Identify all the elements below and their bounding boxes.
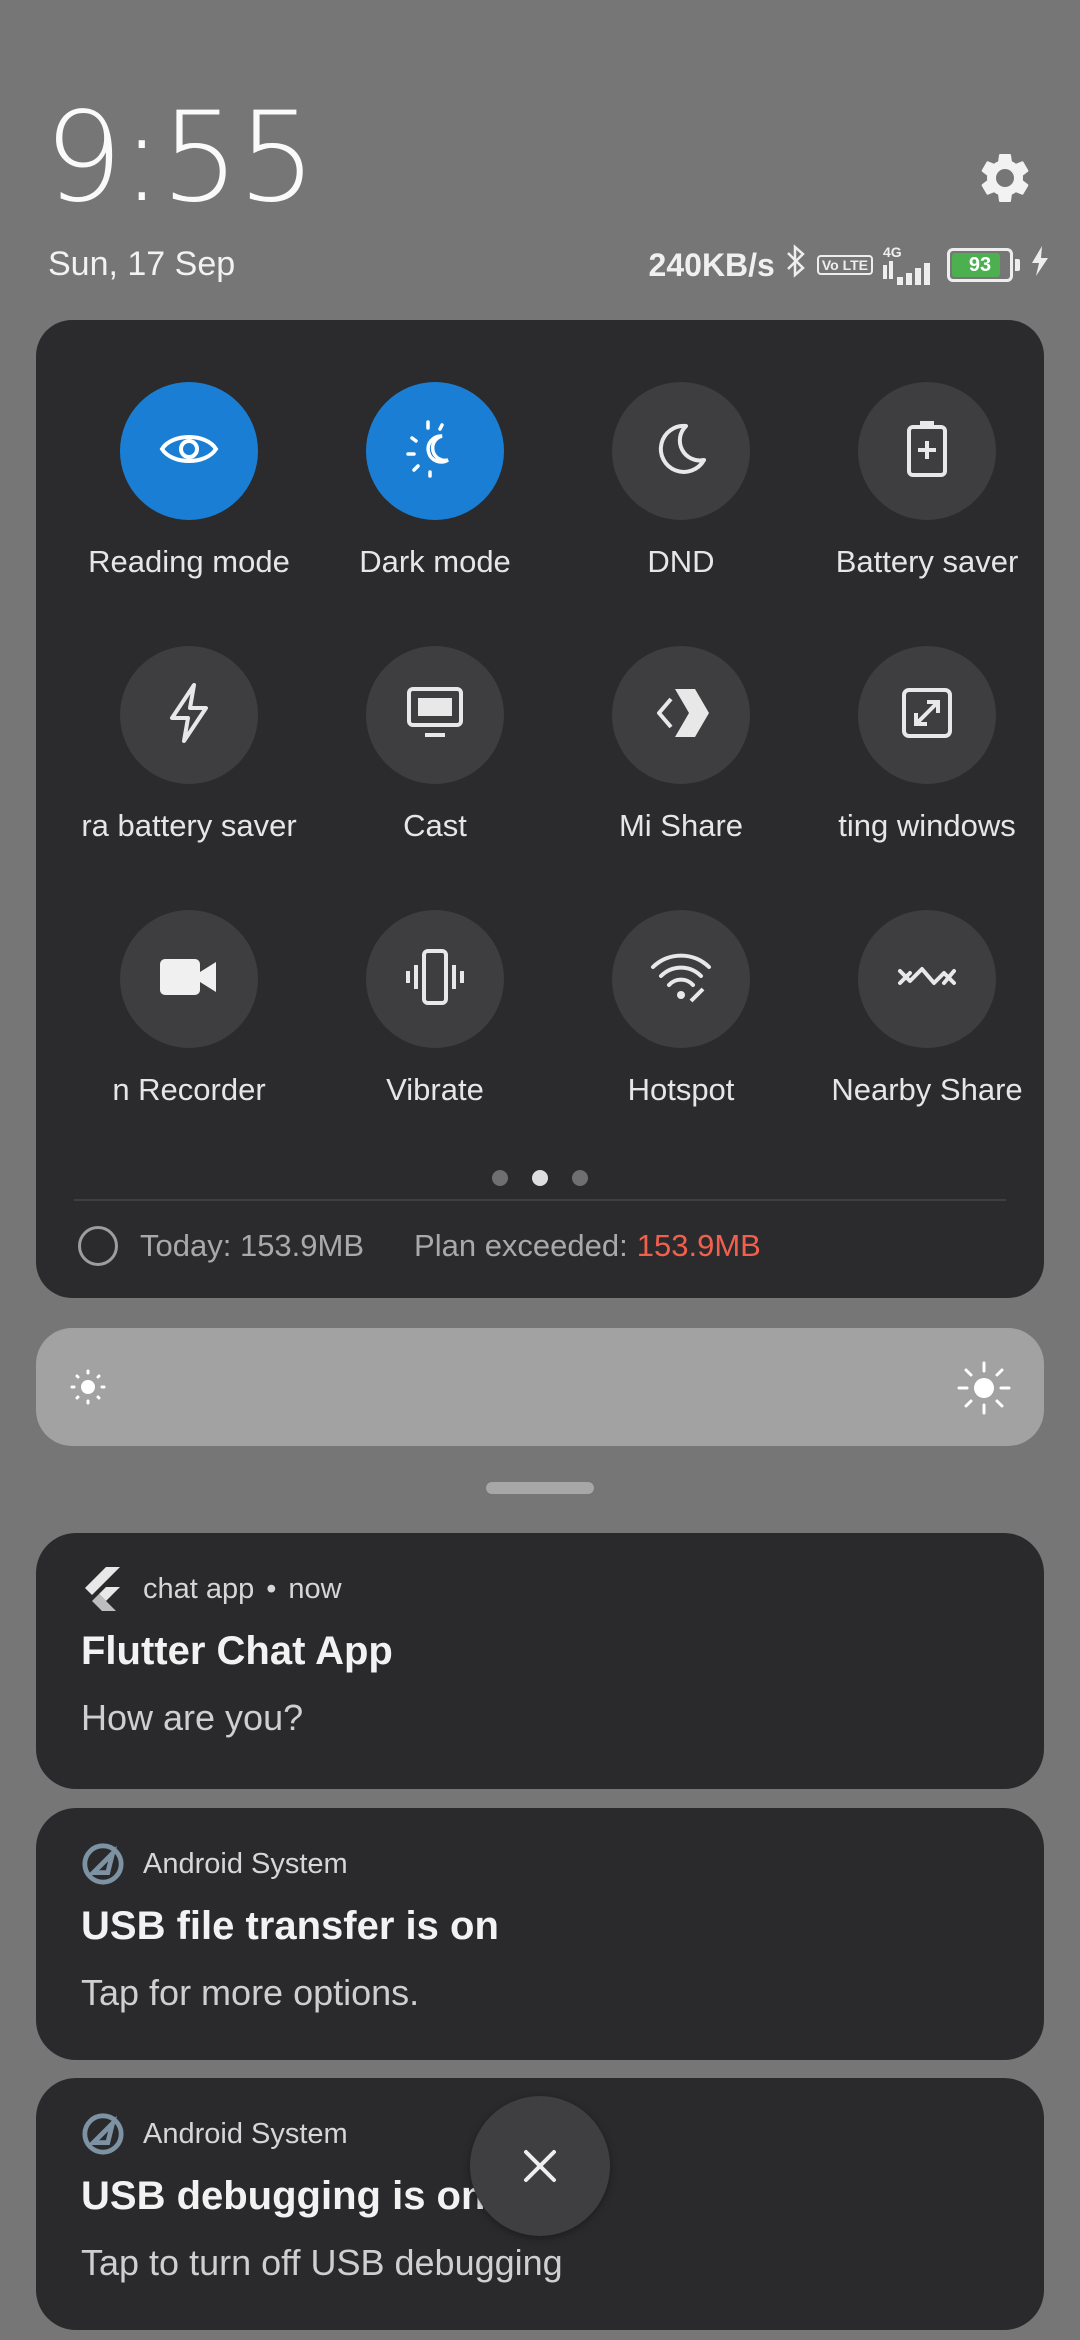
notification-title: Flutter Chat App bbox=[81, 1629, 393, 1673]
clear-all-button[interactable] bbox=[470, 2096, 610, 2236]
lightning-icon bbox=[164, 682, 214, 749]
notification-app: Android System bbox=[143, 2117, 348, 2150]
nearby-share-icon bbox=[896, 957, 958, 1002]
notification-header: Android System bbox=[81, 2112, 348, 2156]
tile-label: Cast bbox=[403, 808, 467, 843]
tile-ting-windows[interactable]: ting windows bbox=[804, 646, 1050, 844]
notification-card[interactable]: Android System USB file transfer is on T… bbox=[36, 1808, 1044, 2060]
divider bbox=[74, 1199, 1006, 1201]
flutter-icon bbox=[81, 1567, 125, 1611]
android-system-icon bbox=[81, 2112, 125, 2156]
drag-handle[interactable] bbox=[486, 1482, 594, 1494]
tile-label: ting windows bbox=[838, 808, 1016, 843]
clock: 9:55 bbox=[44, 86, 316, 230]
notification-text: Tap to turn off USB debugging bbox=[81, 2242, 563, 2283]
tile-label: Vibrate bbox=[386, 1072, 484, 1107]
notification-header: chat app • now bbox=[81, 1567, 342, 1611]
bluetooth-icon bbox=[785, 244, 807, 286]
page-indicator bbox=[36, 1170, 1044, 1186]
notification-app: chat app bbox=[143, 1572, 255, 1605]
tile-reading-mode[interactable]: Reading mode bbox=[66, 382, 312, 580]
tile-button[interactable] bbox=[366, 646, 504, 784]
tile-hotspot[interactable]: Hotspot bbox=[558, 910, 804, 1108]
notification-title: USB file transfer is on bbox=[81, 1904, 499, 1948]
notification-app: Android System bbox=[143, 1847, 348, 1880]
tile-ra-battery-saver[interactable]: ra battery saver bbox=[66, 646, 312, 844]
plan-label: Plan exceeded: bbox=[414, 1228, 628, 1263]
tile-button[interactable] bbox=[366, 910, 504, 1048]
tile-button[interactable] bbox=[612, 382, 750, 520]
data-usage-icon bbox=[78, 1226, 118, 1266]
tile-button[interactable] bbox=[120, 910, 258, 1048]
volte-icon: Vo LTE bbox=[816, 255, 873, 275]
battery-level: 93 bbox=[968, 253, 992, 276]
tile-button[interactable] bbox=[120, 382, 258, 520]
data-today: Today: 153.9MB bbox=[140, 1228, 365, 1263]
tile-label: n Recorder bbox=[112, 1072, 266, 1107]
date: Sun, 17 Sep bbox=[48, 245, 236, 283]
page-dot-active[interactable] bbox=[532, 1170, 548, 1186]
tile-button[interactable] bbox=[858, 646, 996, 784]
notification-text: Tap for more options. bbox=[81, 1972, 420, 2013]
tile-button[interactable] bbox=[612, 646, 750, 784]
network-speed: 240KB/s bbox=[648, 246, 775, 283]
tile-n-recorder[interactable]: n Recorder bbox=[66, 910, 312, 1108]
tile-label: DND bbox=[647, 544, 715, 579]
plan-value: 153.9MB bbox=[636, 1228, 761, 1263]
notification-title: USB debugging is on bbox=[81, 2174, 486, 2218]
status-bar: 240KB/s Vo LTE 4G 93 bbox=[649, 243, 1050, 287]
tile-button[interactable] bbox=[858, 910, 996, 1048]
vibrate-icon bbox=[404, 947, 466, 1012]
network-type: 4G bbox=[883, 244, 902, 260]
tile-mi-share[interactable]: Mi Share bbox=[558, 646, 804, 844]
sun-moon-icon bbox=[402, 416, 468, 487]
android-system-icon bbox=[81, 1842, 125, 1886]
tile-button[interactable] bbox=[120, 646, 258, 784]
tile-label: Hotspot bbox=[627, 1072, 735, 1107]
tile-button[interactable] bbox=[858, 382, 996, 520]
video-camera-icon bbox=[158, 955, 220, 1004]
eye-icon bbox=[158, 418, 220, 485]
notification-time: now bbox=[288, 1572, 342, 1605]
tile-dnd[interactable]: DND bbox=[558, 382, 804, 580]
notification-header: Android System bbox=[81, 1842, 348, 1886]
tile-cast[interactable]: Cast bbox=[312, 646, 558, 844]
monitor-icon bbox=[405, 685, 465, 746]
page-dot[interactable] bbox=[492, 1170, 508, 1186]
tile-button[interactable] bbox=[366, 382, 504, 520]
data-usage[interactable]: Today: 153.9MB Plan exceeded: 153.9MB bbox=[78, 1226, 761, 1266]
tile-battery-saver[interactable]: Battery saver bbox=[804, 382, 1050, 580]
charging-icon bbox=[1030, 246, 1050, 284]
separator: • bbox=[266, 1572, 277, 1605]
tile-label: Reading mode bbox=[88, 544, 290, 579]
tile-label: Dark mode bbox=[359, 544, 511, 579]
moon-icon bbox=[652, 420, 710, 483]
notification-text: How are you? bbox=[81, 1697, 304, 1738]
tile-dark-mode[interactable]: Dark mode bbox=[312, 382, 558, 580]
sun-small-icon bbox=[68, 1367, 108, 1412]
notification-card[interactable]: chat app • now Flutter Chat App How are … bbox=[36, 1533, 1044, 1789]
battery-icon: 93 bbox=[947, 248, 1013, 282]
tile-vibrate[interactable]: Vibrate bbox=[312, 910, 558, 1108]
tile-label: Mi Share bbox=[618, 808, 744, 843]
tile-button[interactable] bbox=[612, 910, 750, 1048]
page-dot[interactable] bbox=[572, 1170, 588, 1186]
signal-icon: 4G bbox=[883, 245, 937, 285]
tile-label: ra battery saver bbox=[81, 808, 297, 843]
mi-share-icon bbox=[649, 685, 713, 746]
gear-icon[interactable] bbox=[975, 148, 1035, 208]
quick-settings-panel: Reading mode Dark mode DND Battery saver ra … bbox=[36, 320, 1044, 1298]
tile-label: Nearby Share bbox=[831, 1072, 1023, 1107]
close-icon bbox=[524, 2150, 556, 2182]
hotspot-icon bbox=[649, 949, 713, 1010]
tile-label: Battery saver bbox=[835, 544, 1019, 579]
sun-large-icon bbox=[956, 1360, 1012, 1421]
battery-plus-icon bbox=[902, 419, 952, 484]
brightness-slider[interactable] bbox=[36, 1328, 1044, 1446]
tile-nearby-share[interactable]: Nearby Share bbox=[804, 910, 1050, 1108]
floating-window-icon bbox=[899, 685, 955, 746]
